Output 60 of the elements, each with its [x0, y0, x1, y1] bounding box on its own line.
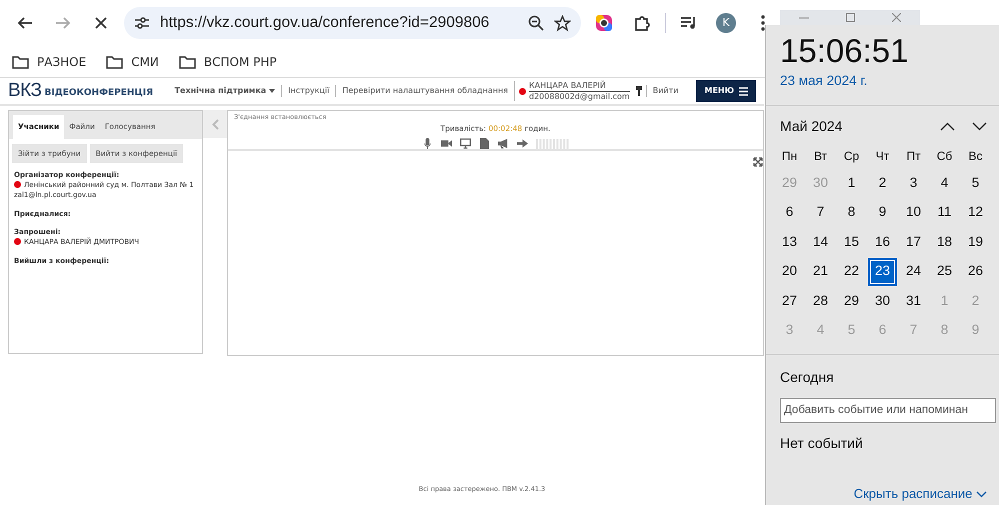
header-link[interactable]: Технічна підтримка	[168, 85, 282, 97]
month-title[interactable]: Май 2024	[780, 116, 842, 137]
logo-subtitle: ВІДЕОКОНФЕРЕНЦІЯ	[44, 86, 154, 100]
calendar-day[interactable]: 8	[837, 199, 866, 227]
calendar-day[interactable]: 10	[899, 199, 928, 227]
calendar-day[interactable]: 21	[806, 258, 835, 286]
user-email: d20088002d@gmail.com	[529, 92, 630, 101]
address-bar[interactable]: https://vkz.court.gov.ua/conference?id=2909806	[124, 7, 581, 39]
calendar-day[interactable]: 17	[899, 228, 928, 256]
calendar-day[interactable]: 11	[930, 199, 959, 227]
calendar-day[interactable]: 12	[961, 199, 990, 227]
calendar-day[interactable]: 24	[899, 258, 928, 286]
calendar-day[interactable]: 15	[837, 228, 866, 256]
event-input[interactable]: Добавить событие или напоминан	[780, 398, 996, 423]
calendar-day[interactable]: 14	[806, 228, 835, 256]
calendar-day[interactable]: 18	[930, 228, 959, 256]
weekday-label: Сб	[936, 148, 954, 165]
calendar-day[interactable]: 7	[806, 199, 835, 227]
logout-link[interactable]: Вийти	[646, 85, 684, 97]
weekday-label: Пт	[905, 148, 922, 165]
calendar-day[interactable]: 19	[961, 228, 990, 256]
bookmark-folder[interactable]: СМИ	[106, 52, 159, 70]
calendar-day[interactable]: 20	[775, 258, 804, 286]
url-text: https://vkz.court.gov.ua/conference?id=2909806	[160, 13, 490, 34]
logo-text: ВКЗ	[8, 78, 42, 103]
user-name[interactable]: КАНЦАРА ВАЛЕРІЙ	[529, 81, 630, 92]
calendar-day[interactable]: 16	[868, 228, 897, 256]
calendar-day[interactable]: 23	[868, 258, 897, 286]
hide-schedule-link[interactable]: Скрыть расписание	[854, 486, 987, 500]
today-heading: Сегодня	[779, 368, 835, 387]
clock-time: 15:06:51	[779, 31, 910, 70]
calendar-day[interactable]: 30	[868, 288, 897, 316]
calendar-day[interactable]: 13	[775, 228, 804, 256]
calendar-day[interactable]: 26	[961, 258, 990, 286]
calendar-day[interactable]: 4	[930, 170, 959, 198]
weekday-label: Ср	[842, 148, 860, 165]
calendar-day[interactable]: 2	[868, 170, 897, 198]
bookmark-folder[interactable]: ВСПОМ PHP	[178, 52, 277, 70]
calendar-day[interactable]: 9	[868, 199, 897, 227]
calendar-day[interactable]: 29	[837, 288, 866, 316]
calendar-day[interactable]: 6	[775, 199, 804, 227]
calendar-day[interactable]: 3	[899, 170, 928, 198]
no-events-text: Нет событий	[779, 434, 864, 453]
calendar-day[interactable]: 31	[899, 288, 928, 316]
weekday-label: Чт	[874, 148, 890, 165]
bookmark-folder[interactable]: РАЗНОЕ	[12, 52, 86, 70]
calendar-day[interactable]: 22	[837, 258, 866, 286]
clock-date[interactable]: 23 мая 2024 г.	[766, 69, 999, 92]
weekday-label: Вс	[967, 148, 984, 165]
weekday-label: Вт	[812, 148, 828, 165]
menu-button[interactable]: МЕНЮ	[696, 80, 756, 102]
header-link[interactable]: Перевірити налаштування обладнання	[335, 85, 514, 97]
avatar-button[interactable]: K	[716, 13, 736, 33]
calendar-day[interactable]: 28	[806, 288, 835, 316]
header-link[interactable]: Інструкції	[281, 85, 336, 97]
weekday-label: Пн	[780, 148, 798, 165]
calendar-day[interactable]: 25	[930, 258, 959, 286]
calendar-day[interactable]: 1	[837, 170, 866, 198]
calendar-day[interactable]: 27	[775, 288, 804, 316]
calendar-day[interactable]: 5	[961, 170, 990, 198]
